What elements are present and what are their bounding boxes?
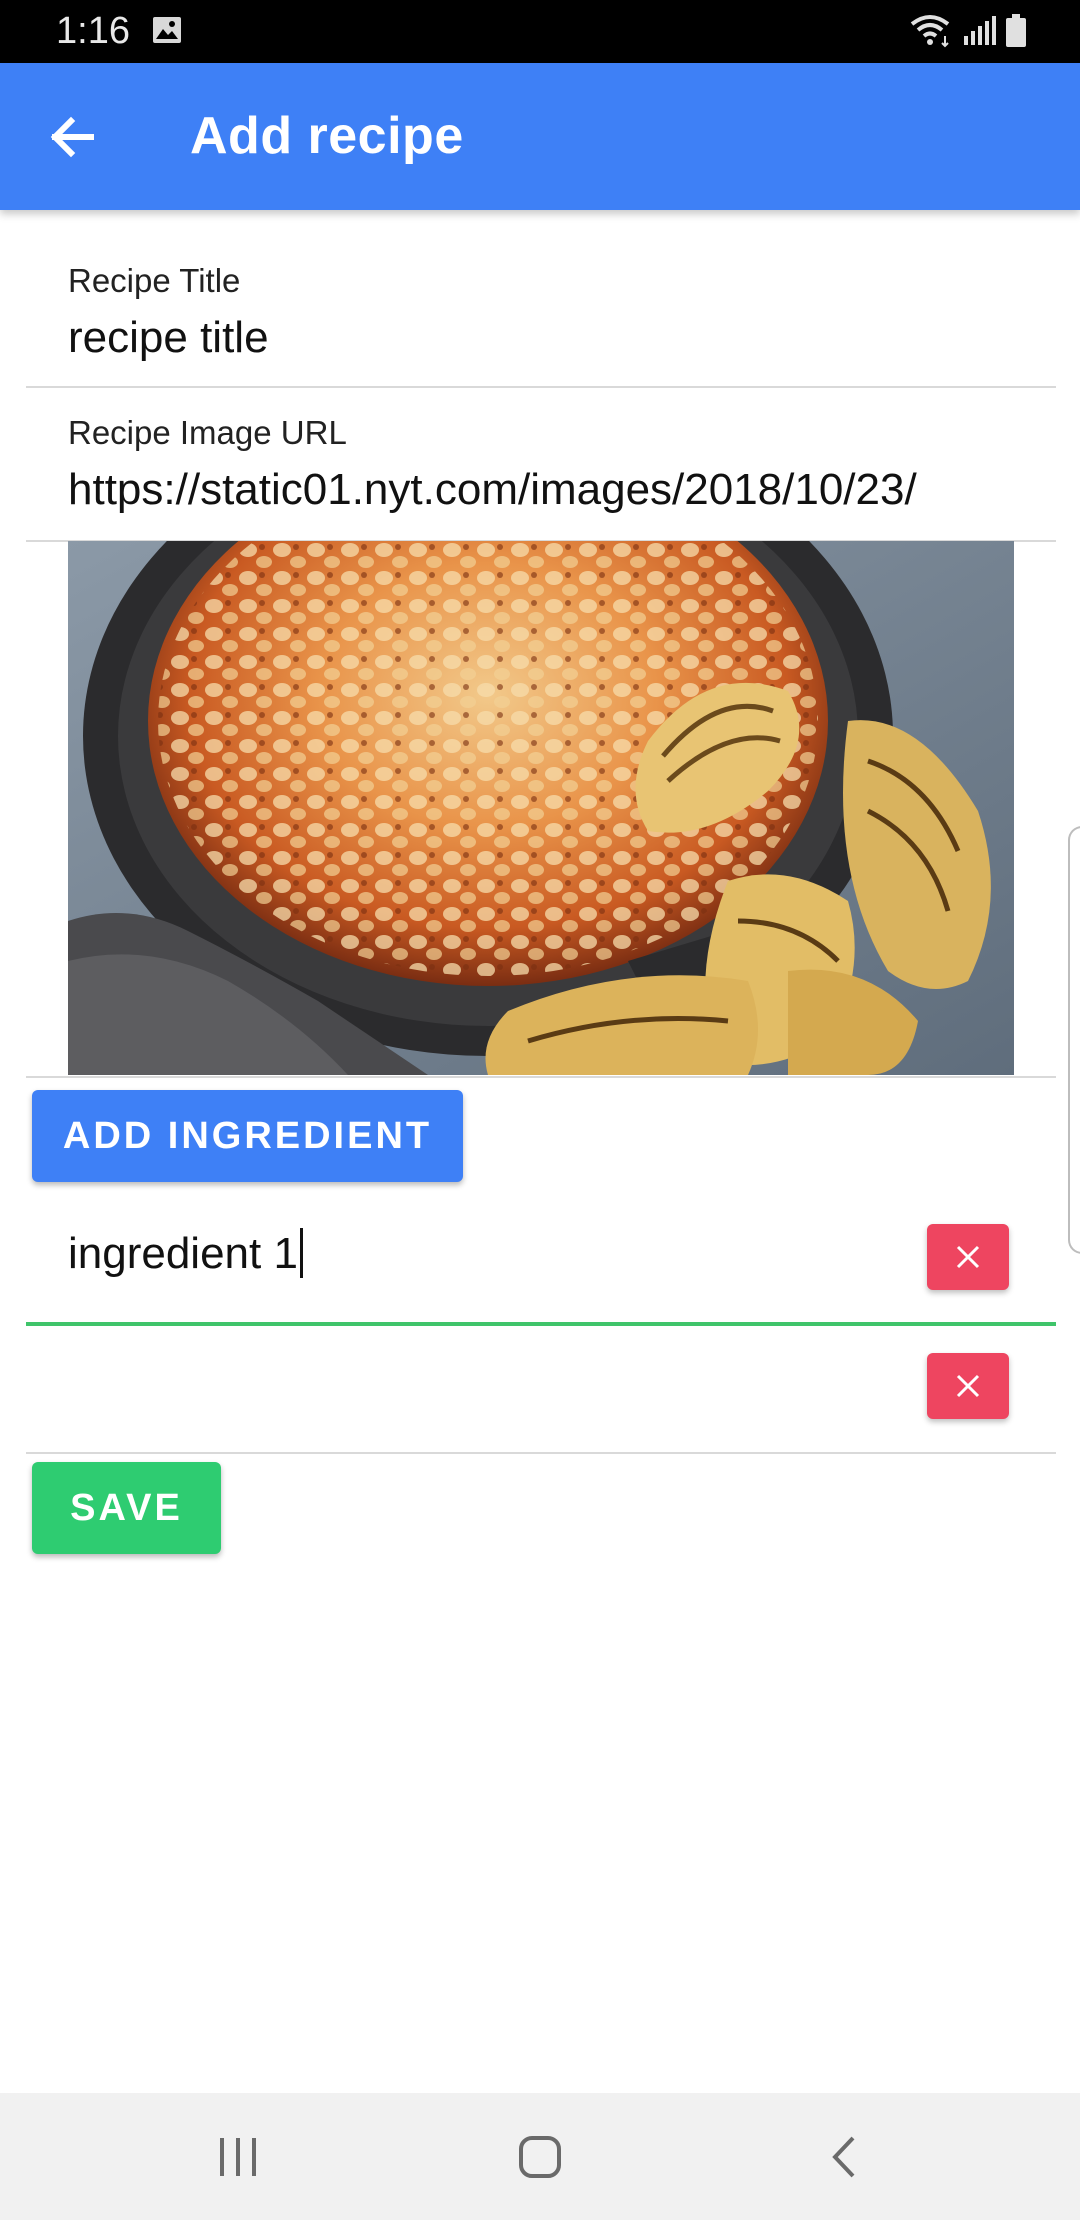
close-icon [956, 1374, 980, 1398]
recipe-image-preview [68, 541, 1014, 1075]
navigation-bar [0, 2093, 1080, 2220]
back-button[interactable] [34, 99, 110, 175]
status-icons [910, 12, 1028, 50]
ingredient-row [26, 1324, 1056, 1454]
recipe-image-url-input[interactable]: https://static01.nyt.com/images/2018/10/… [68, 460, 1042, 520]
recipe-title-input[interactable]: recipe title [68, 308, 1042, 368]
home-icon [519, 2136, 561, 2178]
remove-ingredient-button[interactable] [927, 1224, 1009, 1290]
status-time: 1:16 [56, 10, 130, 52]
signal-icon [964, 16, 996, 45]
nav-back-button[interactable] [794, 2121, 894, 2193]
screen: 1:16 Add recipe Recipe Title recipe titl… [0, 0, 1080, 2220]
recipe-title-label: Recipe Title [68, 262, 241, 299]
divider [26, 1076, 1056, 1078]
edge-panel-handle[interactable] [1068, 826, 1080, 1254]
home-button[interactable] [490, 2121, 590, 2193]
battery-icon [1006, 14, 1026, 47]
image-icon [153, 17, 181, 43]
recent-apps-button[interactable] [188, 2121, 288, 2193]
recipe-title-field[interactable]: Recipe Title recipe title [26, 210, 1056, 388]
status-bar: 1:16 [0, 0, 1080, 63]
save-button[interactable]: SAVE [32, 1462, 221, 1554]
page-title: Add recipe [190, 107, 464, 165]
add-ingredient-button[interactable]: ADD INGREDIENT [32, 1090, 463, 1182]
ingredient-value: ingredient 1 [68, 1229, 298, 1278]
remove-ingredient-button[interactable] [927, 1353, 1009, 1419]
ingredient-row: ingredient 1 [26, 1194, 1056, 1326]
ingredient-input[interactable]: ingredient 1 [68, 1224, 303, 1284]
wifi-icon [910, 15, 950, 48]
arrow-left-icon [50, 116, 94, 158]
recent-apps-icon [220, 2138, 256, 2176]
text-caret [299, 1228, 303, 1279]
app-bar: Add recipe [0, 63, 1080, 210]
close-icon [956, 1245, 980, 1269]
recipe-image-url-field[interactable]: Recipe Image URL https://static01.nyt.co… [26, 388, 1056, 542]
food-image [68, 541, 1014, 1075]
recipe-image-url-label: Recipe Image URL [68, 414, 347, 451]
back-icon [832, 2136, 855, 2178]
